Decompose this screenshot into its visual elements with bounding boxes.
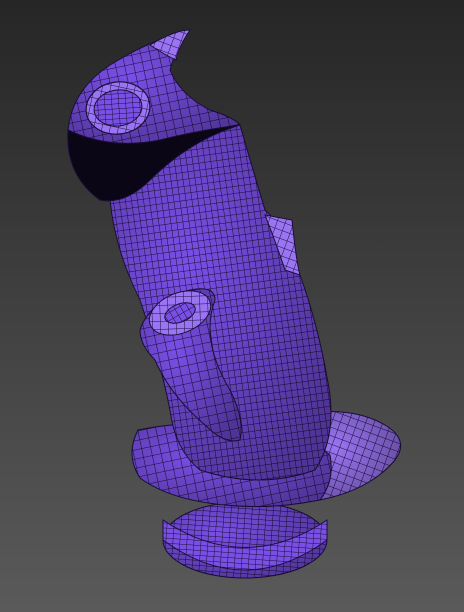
3d-viewport[interactable] [0,0,464,612]
base-ring [162,501,328,579]
viewport-canvas[interactable] [0,0,464,612]
